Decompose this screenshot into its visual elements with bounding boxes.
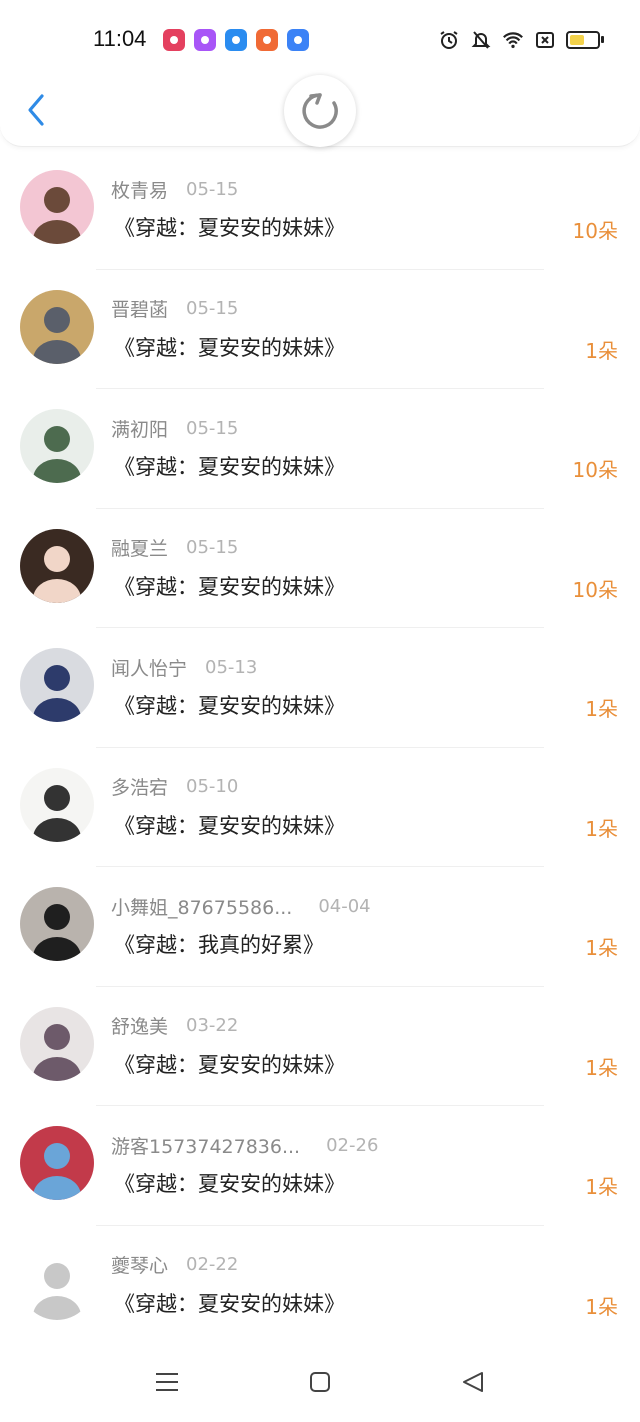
user-name[interactable]: 夔琴心 <box>111 1251 168 1278</box>
flower-count: 1朵 <box>585 1175 618 1199</box>
avatar[interactable] <box>20 170 94 244</box>
list-item[interactable]: 闻人怡宁 05-13 《穿越：夏安安的妹妹》 1朵 <box>0 628 640 748</box>
flower-count: 1朵 <box>585 338 618 363</box>
refresh-icon <box>302 93 338 129</box>
mute-icon <box>470 29 492 51</box>
name-line: 融夏兰 05-15 <box>111 535 238 561</box>
user-name[interactable]: 晋碧菡 <box>111 295 168 322</box>
notification-app-icons <box>163 28 318 52</box>
avatar[interactable] <box>20 409 94 483</box>
back-triangle-icon <box>463 1372 483 1392</box>
refresh-button[interactable] <box>284 75 356 147</box>
back-button[interactable] <box>18 88 54 132</box>
user-name[interactable]: 多浩宕 <box>111 773 168 800</box>
avatar[interactable] <box>20 767 94 842</box>
flower-count: 1朵 <box>585 1055 618 1080</box>
chevron-left-icon <box>28 94 44 126</box>
gift-date: 05-15 <box>186 298 239 319</box>
list-item[interactable]: 融夏兰 05-15 《穿越：夏安安的妹妹》 10朵 <box>0 509 640 628</box>
list-item[interactable]: 晋碧菡 05-15 《穿越：夏安安的妹妹》 1朵 <box>0 270 640 389</box>
status-bar: 11:04 <box>0 0 640 80</box>
no-sim-icon <box>534 29 556 51</box>
gift-date: 05-13 <box>205 656 258 678</box>
flower-count: 10朵 <box>572 219 618 243</box>
name-line: 满初阳 05-15 <box>111 415 238 441</box>
flower-gift-list: 枚青易 05-15 《穿越：夏安安的妹妹》 10朵 晋碧菡 05-15 《穿越：夏安安的妹妹… <box>0 150 640 1345</box>
header-bar: 11:04 <box>0 0 640 147</box>
chat-app-icon <box>287 29 309 51</box>
gift-date: 05-15 <box>186 417 239 439</box>
name-line: 闻人怡宁 05-13 <box>111 654 257 680</box>
status-indicators <box>428 28 604 52</box>
name-line: 枚青易 05-15 <box>111 176 238 202</box>
list-item[interactable]: 满初阳 05-15 《穿越：夏安安的妹妹》 10朵 <box>0 389 640 509</box>
user-name[interactable]: 游客15737427836... <box>111 1132 300 1159</box>
book-title[interactable]: 《穿越：夏安安的妹妹》 <box>114 1168 345 1198</box>
book-title[interactable]: 《穿越：我真的好累》 <box>114 929 324 959</box>
avatar[interactable] <box>20 289 94 364</box>
user-name[interactable]: 舒逸美 <box>111 1012 168 1039</box>
name-line: 多浩宕 05-10 <box>111 774 238 800</box>
user-name[interactable]: 枚青易 <box>111 176 168 203</box>
user-name[interactable]: 满初阳 <box>111 415 168 442</box>
list-item[interactable]: 游客15737427836... 02-26 《穿越：夏安安的妹妹》 1朵 <box>0 1106 640 1226</box>
gift-date: 03-22 <box>186 1015 239 1036</box>
menu-icon <box>156 1373 178 1391</box>
gift-date: 05-10 <box>186 776 239 797</box>
flower-count: 1朵 <box>585 936 618 960</box>
avatar[interactable] <box>20 528 94 603</box>
list-item[interactable]: 小舞姐_87675586... 04-04 《穿越：我真的好累》 1朵 <box>0 867 640 987</box>
gift-date: 05-15 <box>186 537 239 558</box>
book-title[interactable]: 《穿越：夏安安的妹妹》 <box>114 451 345 481</box>
flower-count: 10朵 <box>572 577 618 602</box>
name-line: 夔琴心 02-22 <box>111 1252 238 1278</box>
gift-date: 05-15 <box>186 178 239 200</box>
name-line: 游客15737427836... 02-26 <box>111 1132 378 1158</box>
battery-icon <box>566 31 604 49</box>
avatar[interactable] <box>20 887 94 961</box>
shortcut-app-icon <box>194 29 216 51</box>
avatar[interactable] <box>20 1126 94 1200</box>
book-title[interactable]: 《穿越：夏安安的妹妹》 <box>114 1288 345 1318</box>
avatar[interactable] <box>20 1245 94 1320</box>
name-line: 舒逸美 03-22 <box>111 1013 238 1039</box>
book-app-icon <box>256 29 278 51</box>
alarm-icon <box>438 29 460 51</box>
user-name[interactable]: 小舞姐_87675586... <box>111 893 292 920</box>
system-back-button[interactable] <box>458 1367 488 1397</box>
gift-date: 02-26 <box>326 1134 379 1156</box>
name-line: 小舞姐_87675586... 04-04 <box>111 893 371 919</box>
wifi-icon <box>502 29 524 51</box>
list-item[interactable]: 枚青易 05-15 《穿越：夏安安的妹妹》 10朵 <box>0 150 640 270</box>
status-time: 11:04 <box>93 26 147 51</box>
user-name[interactable]: 闻人怡宁 <box>111 654 187 681</box>
book-title[interactable]: 《穿越：夏安安的妹妹》 <box>114 212 345 242</box>
system-nav-bar <box>0 1342 640 1422</box>
book-title[interactable]: 《穿越：夏安安的妹妹》 <box>114 1049 345 1079</box>
flower-count: 1朵 <box>585 1294 618 1319</box>
avatar[interactable] <box>20 1006 94 1081</box>
feather-app-icon <box>225 29 247 51</box>
flower-count: 10朵 <box>572 458 618 482</box>
book-title[interactable]: 《穿越：夏安安的妹妹》 <box>114 810 345 840</box>
weibo-app-icon <box>163 29 185 51</box>
list-item[interactable]: 舒逸美 03-22 《穿越：夏安安的妹妹》 1朵 <box>0 987 640 1106</box>
list-item[interactable]: 多浩宕 05-10 《穿越：夏安安的妹妹》 1朵 <box>0 748 640 867</box>
list-item[interactable]: 夔琴心 02-22 《穿越：夏安安的妹妹》 1朵 <box>0 1226 640 1345</box>
flower-count: 1朵 <box>585 697 618 721</box>
gift-date: 02-22 <box>186 1254 239 1275</box>
user-name[interactable]: 融夏兰 <box>111 534 168 561</box>
name-line: 晋碧菡 05-15 <box>111 296 238 322</box>
book-title[interactable]: 《穿越：夏安安的妹妹》 <box>114 571 345 601</box>
home-button[interactable] <box>305 1367 335 1397</box>
home-icon <box>310 1372 330 1392</box>
book-title[interactable]: 《穿越：夏安安的妹妹》 <box>114 690 345 720</box>
avatar[interactable] <box>20 648 94 722</box>
menu-button[interactable] <box>152 1367 182 1397</box>
flower-count: 1朵 <box>585 816 618 841</box>
book-title[interactable]: 《穿越：夏安安的妹妹》 <box>114 332 345 362</box>
gift-date: 04-04 <box>318 895 371 917</box>
